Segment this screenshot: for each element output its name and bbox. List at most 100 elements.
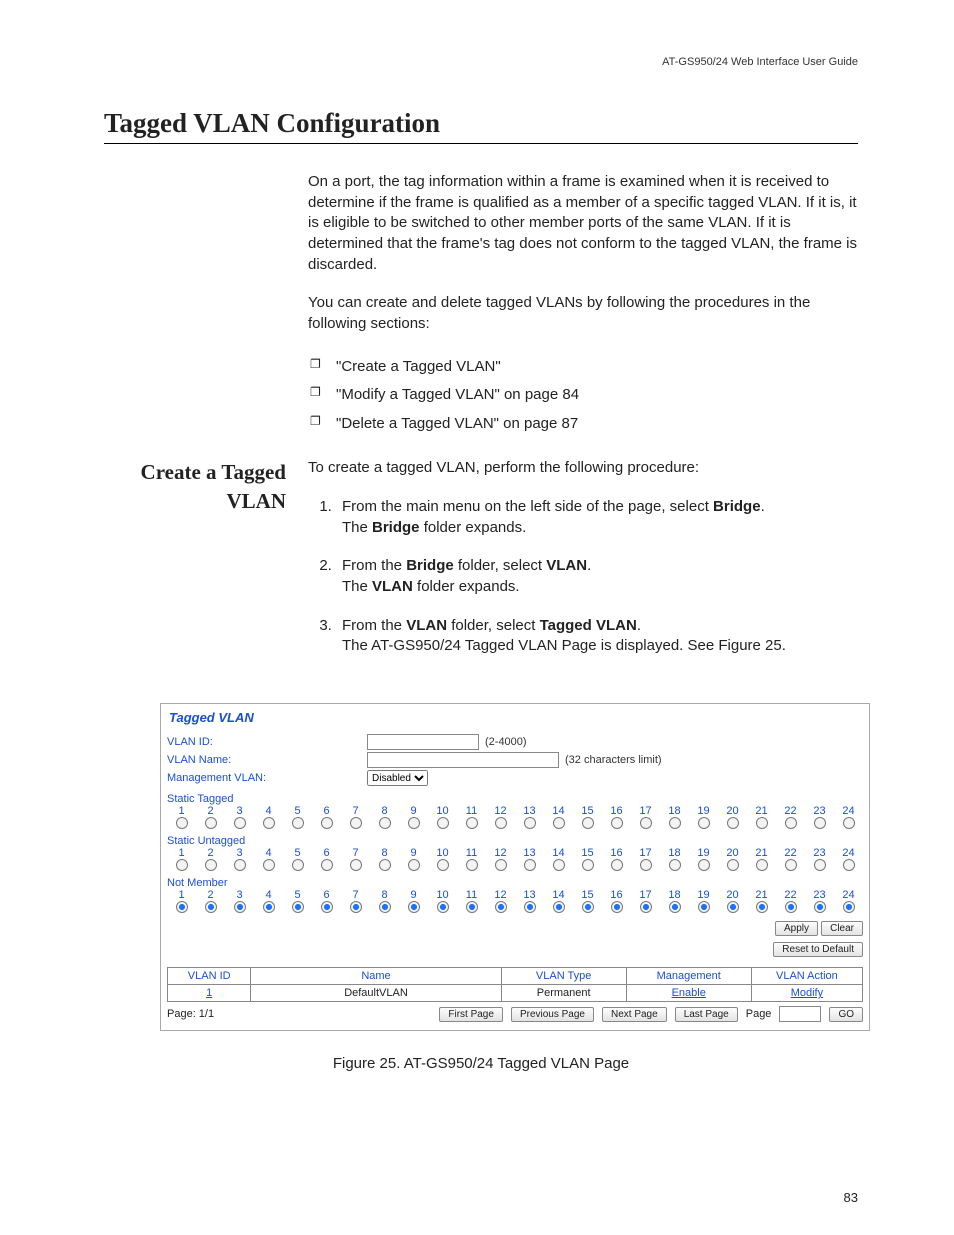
port-static-tagged-radio[interactable] (805, 817, 834, 829)
pager-page-indicator: Page: 1/1 (167, 1008, 214, 1020)
port-static-untagged-radio[interactable] (312, 859, 341, 871)
port-not-member-radio[interactable] (399, 901, 428, 913)
port-not-member-radio[interactable] (660, 901, 689, 913)
port-static-tagged-radio[interactable] (631, 817, 660, 829)
port-static-untagged-radio[interactable] (805, 859, 834, 871)
pager-prev-button[interactable]: Previous Page (511, 1007, 594, 1022)
port-not-member-radio[interactable] (776, 901, 805, 913)
port-not-member-radio[interactable] (834, 901, 863, 913)
port-static-tagged-radio[interactable] (196, 817, 225, 829)
port-static-untagged-radio[interactable] (689, 859, 718, 871)
port-not-member-radio[interactable] (167, 901, 196, 913)
port-static-tagged-radio[interactable] (834, 817, 863, 829)
port-static-tagged-radio[interactable] (167, 817, 196, 829)
port-not-member-radio[interactable] (544, 901, 573, 913)
port-number: 7 (341, 847, 370, 859)
port-static-untagged-radio[interactable] (631, 859, 660, 871)
port-static-tagged-radio[interactable] (399, 817, 428, 829)
port-number: 11 (457, 889, 486, 901)
port-static-untagged-radio[interactable] (457, 859, 486, 871)
apply-button[interactable]: Apply (775, 921, 818, 936)
port-section-static-untagged-label: Static Untagged (167, 835, 863, 847)
port-not-member-radio[interactable] (747, 901, 776, 913)
port-not-member-radio[interactable] (486, 901, 515, 913)
port-not-member-radio[interactable] (602, 901, 631, 913)
vlan-name-input[interactable] (367, 752, 559, 768)
port-static-tagged-radio[interactable] (341, 817, 370, 829)
port-static-tagged-radio[interactable] (486, 817, 515, 829)
port-static-tagged-radio[interactable] (660, 817, 689, 829)
port-not-member-radio[interactable] (631, 901, 660, 913)
port-not-member-radio[interactable] (225, 901, 254, 913)
port-static-untagged-radio[interactable] (486, 859, 515, 871)
port-number: 8 (370, 847, 399, 859)
vlan-id-input[interactable] (367, 734, 479, 750)
port-not-member-radio[interactable] (515, 901, 544, 913)
port-static-tagged-radio[interactable] (254, 817, 283, 829)
cell-mgmt[interactable]: Enable (626, 985, 751, 1002)
port-static-untagged-radio[interactable] (283, 859, 312, 871)
port-static-untagged-radio[interactable] (341, 859, 370, 871)
port-static-tagged-radio[interactable] (776, 817, 805, 829)
port-static-untagged-radio[interactable] (573, 859, 602, 871)
port-static-tagged-radio[interactable] (544, 817, 573, 829)
reset-button[interactable]: Reset to Default (773, 942, 863, 957)
port-static-tagged-radio[interactable] (370, 817, 399, 829)
port-not-member-radio[interactable] (689, 901, 718, 913)
port-not-member-radio[interactable] (196, 901, 225, 913)
port-static-tagged-radio[interactable] (747, 817, 776, 829)
port-not-member-radio[interactable] (573, 901, 602, 913)
port-number: 19 (689, 805, 718, 817)
port-static-tagged-radio[interactable] (689, 817, 718, 829)
port-static-untagged-radio[interactable] (718, 859, 747, 871)
port-static-untagged-radio[interactable] (196, 859, 225, 871)
port-static-untagged-radio[interactable] (660, 859, 689, 871)
port-not-member-radio[interactable] (283, 901, 312, 913)
port-section-static-tagged-label: Static Tagged (167, 793, 863, 805)
pager-go-button[interactable]: GO (829, 1007, 863, 1022)
port-static-tagged-radio[interactable] (515, 817, 544, 829)
port-static-untagged-radio[interactable] (544, 859, 573, 871)
pager-page-input[interactable] (779, 1006, 821, 1022)
port-not-member-radio[interactable] (428, 901, 457, 913)
col-type: VLAN Type (501, 968, 626, 985)
port-not-member-radio[interactable] (341, 901, 370, 913)
port-number: 16 (602, 805, 631, 817)
port-static-untagged-radio[interactable] (602, 859, 631, 871)
port-static-untagged-radio[interactable] (515, 859, 544, 871)
port-not-member-radio[interactable] (370, 901, 399, 913)
port-static-untagged-radio[interactable] (834, 859, 863, 871)
step-1: From the main menu on the left side of t… (336, 497, 858, 538)
mgmt-vlan-select[interactable]: Disabled (367, 770, 428, 786)
port-not-member-radio[interactable] (254, 901, 283, 913)
port-not-member-radio[interactable] (312, 901, 341, 913)
port-static-untagged-radio[interactable] (776, 859, 805, 871)
port-not-member-radio[interactable] (457, 901, 486, 913)
bullet-item: "Create a Tagged VLAN" (308, 353, 858, 382)
pager-first-button[interactable]: First Page (439, 1007, 503, 1022)
col-mgmt: Management (626, 968, 751, 985)
port-not-member-radio[interactable] (718, 901, 747, 913)
cell-vlan-id[interactable]: 1 (168, 985, 251, 1002)
pager-last-button[interactable]: Last Page (675, 1007, 738, 1022)
port-static-tagged-radio[interactable] (428, 817, 457, 829)
port-static-untagged-radio[interactable] (399, 859, 428, 871)
port-not-member-radio[interactable] (805, 901, 834, 913)
vlan-name-label: VLAN Name: (167, 754, 367, 766)
port-static-tagged-radio[interactable] (718, 817, 747, 829)
port-static-untagged-radio[interactable] (167, 859, 196, 871)
port-static-tagged-radio[interactable] (602, 817, 631, 829)
port-static-untagged-radio[interactable] (254, 859, 283, 871)
port-static-untagged-radio[interactable] (225, 859, 254, 871)
port-static-tagged-radio[interactable] (457, 817, 486, 829)
port-static-tagged-radio[interactable] (283, 817, 312, 829)
port-static-tagged-radio[interactable] (312, 817, 341, 829)
port-static-untagged-radio[interactable] (747, 859, 776, 871)
cell-action[interactable]: Modify (751, 985, 862, 1002)
clear-button[interactable]: Clear (821, 921, 863, 936)
port-static-tagged-radio[interactable] (573, 817, 602, 829)
pager-next-button[interactable]: Next Page (602, 1007, 667, 1022)
port-static-untagged-radio[interactable] (370, 859, 399, 871)
port-static-tagged-radio[interactable] (225, 817, 254, 829)
port-static-untagged-radio[interactable] (428, 859, 457, 871)
